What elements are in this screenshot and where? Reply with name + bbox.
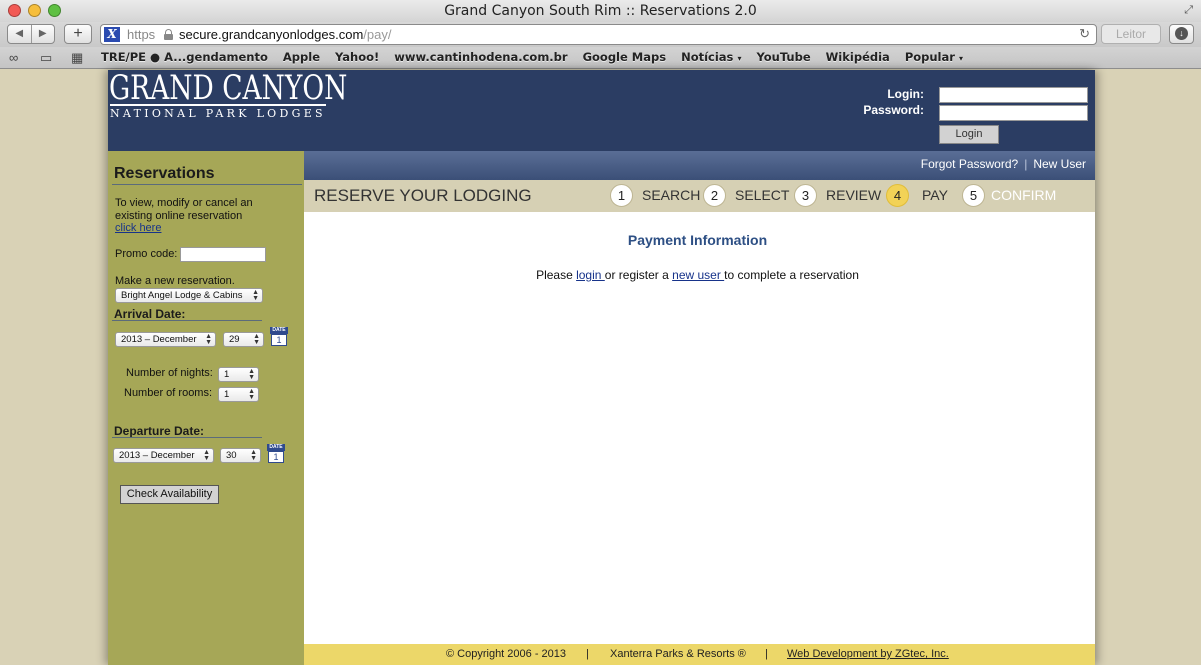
divider xyxy=(112,437,262,438)
browser-toolbar: ◀ ▶ + X https secure.grandcanyonlodges.c… xyxy=(0,22,1201,47)
downloads-button[interactable]: ↓ xyxy=(1169,24,1194,44)
bookmark-item[interactable]: TRE/PE ● A...gendamento xyxy=(101,50,268,64)
select-arrows-icon: ▲ ▼ xyxy=(250,449,257,462)
add-bookmark-button[interactable]: + xyxy=(64,24,92,44)
forward-button[interactable]: ▶ xyxy=(32,25,55,43)
download-icon: ↓ xyxy=(1175,27,1188,40)
bookmark-item[interactable]: Apple xyxy=(283,50,320,64)
zoom-window-button[interactable] xyxy=(48,4,61,17)
select-arrows-icon: ▲ ▼ xyxy=(248,368,255,381)
site-logo[interactable]: GRAND CANYON xyxy=(109,68,347,108)
payment-message: Please login or register a new user to c… xyxy=(536,268,859,282)
top-sites-grid-icon[interactable]: ▦ xyxy=(71,50,83,66)
bookmark-item[interactable]: Wikipédia xyxy=(826,50,890,64)
arrival-date-heading: Arrival Date: xyxy=(114,307,186,321)
divider xyxy=(112,184,302,185)
departure-month-select[interactable]: 2013 – December ▲ ▼ xyxy=(113,448,214,463)
check-availability-button[interactable]: Check Availability xyxy=(120,485,219,504)
bookmarks-book-icon[interactable]: ▭ xyxy=(40,50,52,66)
nights-select[interactable]: 1 ▲ ▼ xyxy=(218,367,259,382)
password-label: Password: xyxy=(863,103,924,117)
main-content: Payment Information Please login or regi… xyxy=(304,212,1095,645)
new-user-link[interactable]: New User xyxy=(1033,157,1086,171)
new-reservation-label: Make a new reservation. xyxy=(115,275,235,287)
back-button[interactable]: ◀ xyxy=(8,25,32,43)
select-arrows-icon: ▲ ▼ xyxy=(252,289,259,302)
bookmark-item[interactable]: www.cantinhodena.com.br xyxy=(394,50,567,64)
new-user-link-inline[interactable]: new user xyxy=(672,268,724,282)
fullscreen-icon[interactable]: ⤢ xyxy=(1184,4,1193,17)
login-button[interactable]: Login xyxy=(939,125,999,144)
departure-date-heading: Departure Date: xyxy=(114,424,205,438)
departure-day-select[interactable]: 30 ▲ ▼ xyxy=(220,448,261,463)
select-arrows-icon: ▲ ▼ xyxy=(205,333,212,346)
logo-divider xyxy=(110,104,326,106)
copyright-text: © Copyright 2006 - 2013 xyxy=(446,648,567,660)
reading-list-icon[interactable]: ∞ xyxy=(9,50,18,65)
reservation-steps-bar: RESERVE YOUR LODGING 1 SEARCH 2 SELECT 3 RE… xyxy=(304,180,1095,212)
company-text: Xanterra Parks & Resorts ® xyxy=(610,648,746,660)
password-input[interactable] xyxy=(939,105,1088,121)
close-window-button[interactable] xyxy=(8,4,21,17)
bookmark-folder[interactable]: Popular ▾ xyxy=(905,50,963,64)
site-footer: © Copyright 2006 - 2013 | Xanterra Parks… xyxy=(304,644,1095,665)
url-scheme: https xyxy=(127,27,156,42)
nights-label: Number of nights: xyxy=(126,367,213,379)
reader-button[interactable]: Leitor xyxy=(1101,24,1161,44)
arrival-day-select[interactable]: 29 ▲ ▼ xyxy=(223,332,264,347)
window-title: Grand Canyon South Rim :: Reservations 2… xyxy=(444,3,757,19)
lodge-select[interactable]: Bright Angel Lodge & Cabins ▲ ▼ xyxy=(115,288,263,303)
promo-code-input[interactable] xyxy=(180,247,266,262)
select-arrows-icon: ▲ ▼ xyxy=(203,449,210,462)
address-bar[interactable]: X https secure.grandcanyonlodges.com/pay… xyxy=(100,24,1097,45)
arrival-month-select[interactable]: 2013 – December ▲ ▼ xyxy=(115,332,216,347)
page-container: GRAND CANYON NATIONAL PARK LODGES Login:… xyxy=(108,68,1095,665)
divider xyxy=(112,320,262,321)
nav-separator: | xyxy=(1024,157,1028,171)
nav-buttons: ◀ ▶ xyxy=(7,24,55,44)
web-development-link[interactable]: Web Development by ZGtec, Inc. xyxy=(787,644,949,665)
bookmarks-bar: ∞ ▭ ▦ TRE/PE ● A...gendamento Apple Yaho… xyxy=(0,47,1201,69)
select-arrows-icon: ▲ ▼ xyxy=(253,333,260,346)
rooms-select[interactable]: 1 ▲ ▼ xyxy=(218,387,259,402)
lock-icon xyxy=(164,29,173,40)
view-reservation-text: To view, modify or cancel an existing on… xyxy=(115,197,253,222)
site-favicon-icon: X xyxy=(104,27,120,42)
chevron-down-icon: ▾ xyxy=(958,54,963,63)
bookmark-item[interactable]: YouTube xyxy=(756,50,810,64)
payment-heading: Payment Information xyxy=(627,232,768,248)
footer-separator: | xyxy=(586,648,589,660)
account-nav: Forgot Password? | New User xyxy=(304,151,1095,180)
chevron-down-icon: ▾ xyxy=(737,54,742,63)
promo-code-label: Promo code: xyxy=(115,248,178,260)
login-input[interactable] xyxy=(939,87,1088,103)
bookmark-item[interactable]: Google Maps xyxy=(583,50,667,64)
select-arrows-icon: ▲ ▼ xyxy=(248,388,255,401)
arrival-calendar-icon[interactable]: DATE 1 xyxy=(270,327,288,346)
rooms-label: Number of rooms: xyxy=(124,387,213,399)
reservations-sidebar: Reservations To view, modify or cancel a… xyxy=(108,151,304,665)
sidebar-title: Reservations xyxy=(114,165,215,182)
forgot-password-link[interactable]: Forgot Password? xyxy=(921,157,1018,171)
reload-icon[interactable]: ↻ xyxy=(1079,26,1090,42)
steps-title: RESERVE YOUR LODGING xyxy=(314,186,532,205)
login-link[interactable]: login xyxy=(576,268,605,282)
url-text: secure.grandcanyonlodges.com/pay/ xyxy=(179,27,392,42)
minimize-window-button[interactable] xyxy=(28,4,41,17)
window-titlebar: Grand Canyon South Rim :: Reservations 2… xyxy=(0,0,1201,22)
site-header: GRAND CANYON NATIONAL PARK LODGES Login:… xyxy=(108,68,1095,151)
departure-calendar-icon[interactable]: DATE 1 xyxy=(267,444,285,463)
site-logo-subtitle: NATIONAL PARK LODGES xyxy=(110,107,326,120)
bookmark-folder[interactable]: Notícias ▾ xyxy=(681,50,741,64)
click-here-link[interactable]: click here xyxy=(115,222,161,234)
login-label: Login: xyxy=(887,87,924,101)
bookmark-item[interactable]: Yahoo! xyxy=(335,50,379,64)
footer-separator: | xyxy=(765,648,768,660)
